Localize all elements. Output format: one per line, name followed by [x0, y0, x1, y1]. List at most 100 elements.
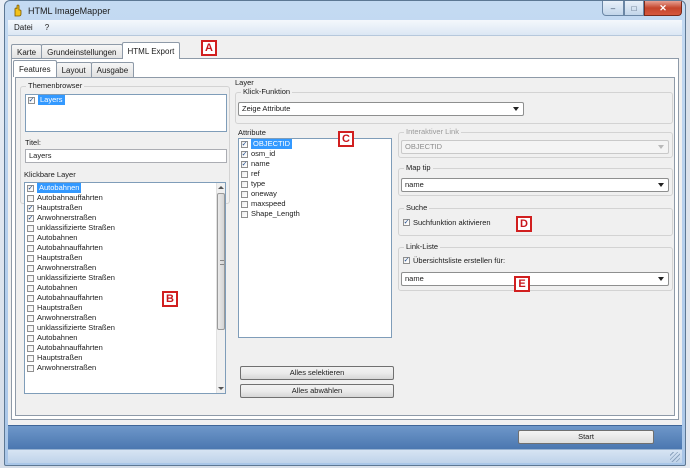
list-item[interactable]: Autobahnen: [25, 283, 225, 293]
list-item[interactable]: oneway: [239, 189, 391, 199]
themenbrowser-list[interactable]: ✓ Layers: [25, 94, 227, 132]
list-item[interactable]: Anwohnerstraßen: [25, 363, 225, 373]
interaktiver-link-select[interactable]: OBJECTID: [401, 140, 669, 154]
themenbrowser-label: Themenbrowser: [26, 81, 85, 90]
checkbox-checked[interactable]: ✓: [241, 140, 248, 148]
list-item[interactable]: Autobahnauffahrten: [25, 293, 225, 303]
list-item-label: Hauptstraßen: [37, 303, 83, 312]
titel-input[interactable]: Layers: [25, 149, 227, 163]
checkbox-checked[interactable]: ✓: [403, 257, 410, 264]
checkbox-checked[interactable]: ✓: [27, 204, 34, 212]
tab-ausgabe[interactable]: Ausgabe: [90, 62, 135, 77]
list-item[interactable]: ref: [239, 169, 391, 179]
checkbox-unchecked[interactable]: [241, 170, 248, 178]
uebersichtsliste-checkbox[interactable]: ✓ Übersichtsliste erstellen für:: [403, 256, 505, 265]
checkbox-checked[interactable]: ✓: [28, 96, 35, 104]
title-bar[interactable]: HTML ImageMapper – □ ✕: [5, 1, 685, 20]
window-controls: – □ ✕: [602, 1, 682, 16]
klick-funktion-value: Zeige Attribute: [242, 104, 291, 113]
attribute-list[interactable]: ✓ OBJECTID ✓ osm_id ✓ name ref type oneway maxspe…: [238, 138, 392, 338]
list-item[interactable]: Autobahnauffahrten: [25, 193, 225, 203]
list-item[interactable]: Autobahnauffahrten: [25, 243, 225, 253]
checkbox-unchecked[interactable]: [27, 234, 34, 242]
list-item[interactable]: Autobahnauffahrten: [25, 343, 225, 353]
list-item[interactable]: Hauptstraßen: [25, 353, 225, 363]
list-item[interactable]: Autobahnen: [25, 233, 225, 243]
list-item[interactable]: ✓ Layers: [26, 95, 226, 105]
tab-karte[interactable]: Karte: [11, 44, 43, 59]
link-liste-select[interactable]: name: [401, 272, 669, 286]
list-item[interactable]: ✓ Anwohnerstraßen: [25, 213, 225, 223]
checkbox-unchecked[interactable]: [27, 264, 34, 272]
checkbox-unchecked[interactable]: [241, 180, 248, 188]
list-item[interactable]: ✓ osm_id: [239, 149, 391, 159]
scroll-thumb[interactable]: [217, 193, 225, 330]
chevron-down-icon: [658, 183, 664, 187]
checkbox-unchecked[interactable]: [27, 274, 34, 282]
tab-html-export[interactable]: HTML Export: [121, 42, 181, 59]
tab-features[interactable]: Features: [13, 60, 57, 77]
checkbox-unchecked[interactable]: [27, 244, 34, 252]
list-item[interactable]: Autobahnen: [25, 333, 225, 343]
list-item[interactable]: ✓ name: [239, 159, 391, 169]
close-button[interactable]: ✕: [644, 1, 682, 16]
checkbox-checked[interactable]: ✓: [241, 160, 248, 168]
minimize-button[interactable]: –: [602, 1, 624, 16]
suchfunktion-checkbox[interactable]: ✓ Suchfunktion aktivieren: [403, 218, 491, 227]
checkbox-checked[interactable]: ✓: [27, 184, 34, 192]
list-item[interactable]: ✓ Hauptstraßen: [25, 203, 225, 213]
list-item[interactable]: Hauptstraßen: [25, 303, 225, 313]
list-item-label: name: [251, 159, 270, 168]
list-item[interactable]: ✓ Autobahnen: [25, 183, 225, 193]
checkbox-unchecked[interactable]: [27, 294, 34, 302]
list-item[interactable]: unklassifizierte Straßen: [25, 223, 225, 233]
checkbox-unchecked[interactable]: [27, 324, 34, 332]
uebersichtsliste-label: Übersichtsliste erstellen für:: [413, 256, 506, 265]
list-item[interactable]: ✓ OBJECTID: [239, 139, 391, 149]
checkbox-unchecked[interactable]: [27, 284, 34, 292]
checkbox-unchecked[interactable]: [241, 200, 248, 208]
list-item[interactable]: maxspeed: [239, 199, 391, 209]
checkbox-unchecked[interactable]: [27, 314, 34, 322]
select-all-button[interactable]: Alles selektieren: [240, 366, 394, 380]
checkbox-checked[interactable]: ✓: [27, 214, 34, 222]
menu-help[interactable]: ?: [45, 23, 49, 32]
maximize-button[interactable]: □: [624, 1, 644, 16]
list-item[interactable]: Anwohnerstraßen: [25, 263, 225, 273]
resize-grip[interactable]: [670, 452, 680, 462]
list-item-label: Autobahnauffahrten: [37, 343, 103, 352]
map-tip-select[interactable]: name: [401, 178, 669, 192]
klick-funktion-select[interactable]: Zeige Attribute: [238, 102, 524, 116]
list-item[interactable]: Anwohnerstraßen: [25, 313, 225, 323]
checkbox-unchecked[interactable]: [27, 354, 34, 362]
checkbox-checked[interactable]: ✓: [241, 150, 248, 158]
layer-items: ✓ Autobahnen Autobahnauffahrten ✓ Hauptstraß…: [25, 183, 225, 373]
start-button[interactable]: Start: [518, 430, 654, 444]
menu-datei[interactable]: Datei: [14, 23, 33, 32]
checkbox-unchecked[interactable]: [241, 210, 248, 218]
list-item-label: Anwohnerstraßen: [37, 363, 97, 372]
list-item[interactable]: Shape_Length: [239, 209, 391, 219]
checkbox-unchecked[interactable]: [27, 334, 34, 342]
checkbox-unchecked[interactable]: [27, 254, 34, 262]
list-item[interactable]: type: [239, 179, 391, 189]
tab-grundeinstellungen[interactable]: Grundeinstellungen: [41, 44, 123, 59]
checkbox-unchecked[interactable]: [27, 344, 34, 352]
checkbox-unchecked[interactable]: [241, 190, 248, 198]
deselect-all-button[interactable]: Alles abwählen: [240, 384, 394, 398]
list-item[interactable]: unklassifizierte Straßen: [25, 323, 225, 333]
list-item[interactable]: Hauptstraßen: [25, 253, 225, 263]
list-item[interactable]: unklassifizierte Straßen: [25, 273, 225, 283]
tab-layout[interactable]: Layout: [55, 62, 92, 77]
list-item-label: OBJECTID: [251, 139, 293, 149]
checkbox-unchecked[interactable]: [27, 304, 34, 312]
checkbox-unchecked[interactable]: [27, 364, 34, 372]
checkbox-checked[interactable]: ✓: [403, 219, 410, 226]
scroll-down-arrow-icon[interactable]: [217, 384, 225, 393]
klickbare-layer-list[interactable]: ✓ Autobahnen Autobahnauffahrten ✓ Hauptstraß…: [24, 182, 226, 394]
checkbox-unchecked[interactable]: [27, 194, 34, 202]
scroll-up-arrow-icon[interactable]: [217, 183, 225, 192]
list-item-label: Autobahnen: [37, 333, 78, 342]
layer-scrollbar[interactable]: [216, 183, 225, 393]
checkbox-unchecked[interactable]: [27, 224, 34, 232]
